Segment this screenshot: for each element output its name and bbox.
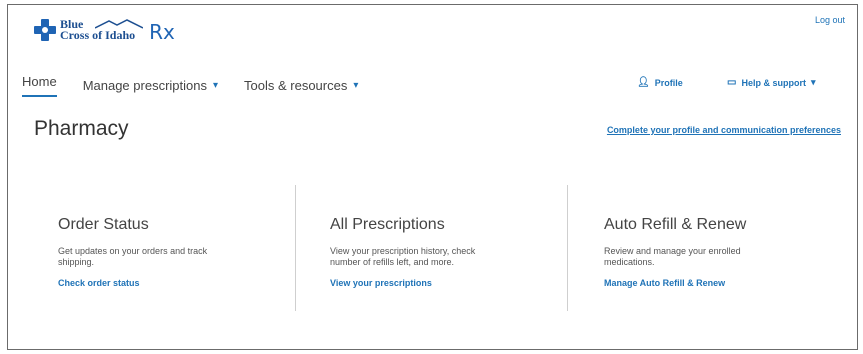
complete-profile-link[interactable]: Complete your profile and communication … (607, 125, 841, 135)
card-divider (567, 185, 568, 311)
chevron-down-icon: ▾ (212, 80, 219, 91)
blue-cross-logo[interactable]: Blue Cross of Idaho Rx (34, 15, 175, 45)
chevron-down-icon: ▾ (810, 77, 816, 87)
cross-logo-icon (34, 19, 56, 41)
card-divider (295, 185, 296, 311)
main-nav: Home Manage prescriptions ▾ Tools & reso… (22, 74, 384, 97)
auto-refill-card: Auto Refill & Renew Review and manage yo… (604, 216, 824, 288)
nav-home-label: Home (22, 74, 57, 89)
chat-icon: ▭ (727, 77, 737, 88)
card-title: Auto Refill & Renew (604, 216, 747, 233)
help-support-menu[interactable]: ▭ Help & support ▾ (727, 77, 815, 88)
rx-logo: Rx (149, 20, 175, 44)
view-prescriptions-link[interactable]: View your prescriptions (330, 278, 550, 288)
nav-tools-label: Tools & resources (244, 78, 348, 93)
page-title: Pharmacy (34, 117, 129, 140)
app-frame: Blue Cross of Idaho Rx Log out Home Mana… (7, 4, 858, 350)
nav-home[interactable]: Home (22, 74, 57, 97)
nav-tools-resources[interactable]: Tools & resources ▾ (244, 74, 358, 97)
mountain-logo-icon (95, 19, 144, 29)
card-title: All Prescriptions (330, 216, 445, 233)
user-icon: 👤︎ (637, 77, 650, 88)
card-title: Order Status (58, 216, 149, 233)
profile-label: Profile (654, 77, 683, 88)
card-description: Get updates on your orders and track shi… (58, 246, 208, 267)
nav-manage-label: Manage prescriptions (82, 78, 207, 93)
logout-link[interactable]: Log out (815, 15, 845, 25)
chevron-down-icon: ▾ (353, 80, 359, 91)
nav-manage-prescriptions[interactable]: Manage prescriptions ▾ (83, 74, 218, 97)
card-description: Review and manage your enrolled medicati… (604, 246, 741, 267)
check-order-status-link[interactable]: Check order status (58, 278, 278, 288)
card-description: View your prescription history, check nu… (330, 246, 476, 267)
order-status-card: Order Status Get updates on your orders … (58, 216, 278, 288)
all-prescriptions-card: All Prescriptions View your prescription… (330, 216, 550, 288)
manage-auto-refill-link[interactable]: Manage Auto Refill & Renew (604, 278, 824, 288)
help-label: Help & support (741, 77, 806, 88)
profile-link[interactable]: 👤︎ Profile (637, 77, 683, 88)
logo-line-2: Cross of Idaho (60, 28, 136, 42)
